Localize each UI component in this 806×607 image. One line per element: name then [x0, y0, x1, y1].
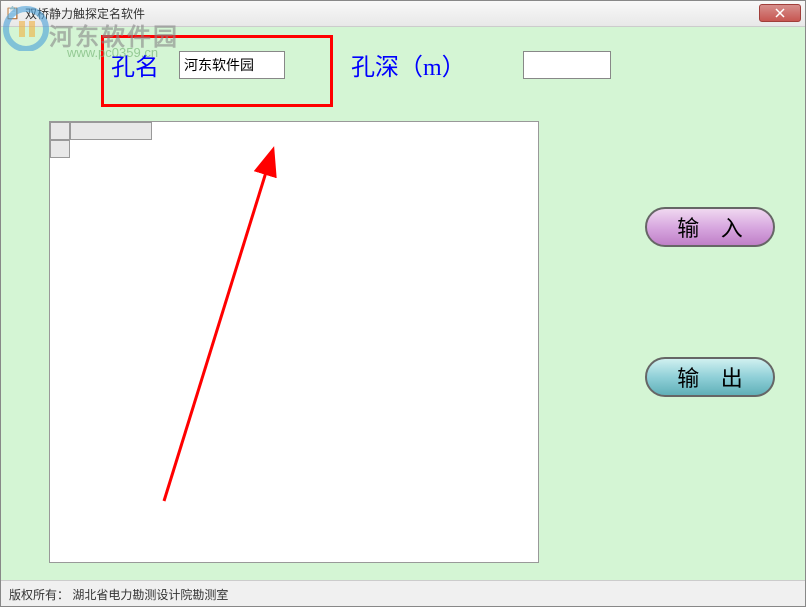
app-window: 📋 双桥静力触探定名软件 孔名 孔深（m）	[0, 0, 806, 607]
output-button[interactable]: 输 出	[645, 357, 775, 397]
hole-depth-label: 孔深（m）	[351, 47, 466, 82]
hole-name-label: 孔名	[111, 47, 159, 82]
hole-name-row: 孔名	[111, 47, 285, 82]
content-area: 孔名 孔深（m） 输 入 输 出	[1, 27, 805, 580]
window-title: 双桥静力触探定名软件	[25, 5, 145, 22]
input-button[interactable]: 输 入	[645, 207, 775, 247]
hole-name-input[interactable]	[179, 51, 285, 79]
close-icon	[775, 8, 785, 18]
titlebar: 📋 双桥静力触探定名软件	[1, 1, 805, 27]
grid-header-row	[50, 122, 152, 140]
grid-row	[50, 140, 70, 158]
close-button[interactable]	[759, 4, 801, 22]
footer: 版权所有： 湖北省电力勘测设计院勘测室	[1, 580, 805, 606]
canvas-area	[49, 121, 539, 563]
grid-cell	[50, 122, 70, 140]
grid-cell	[50, 140, 70, 158]
hole-depth-input[interactable]	[523, 51, 611, 79]
copyright-text: 版权所有： 湖北省电力勘测设计院勘测室	[9, 588, 228, 602]
grid-cell	[70, 122, 152, 140]
app-icon: 📋	[5, 6, 21, 22]
